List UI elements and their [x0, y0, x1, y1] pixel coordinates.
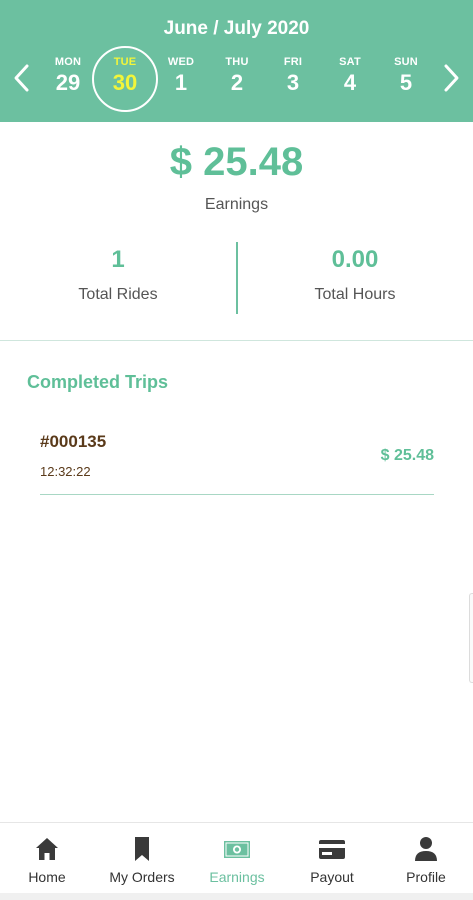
nav-my-orders[interactable]: My Orders — [95, 823, 189, 895]
total-hours-stat: 0.00 Total Hours — [237, 238, 473, 304]
bottom-navigation: Home My Orders Earnings Payout Profile — [0, 822, 473, 900]
nav-earnings-label: Earnings — [209, 869, 265, 885]
section-divider — [0, 340, 473, 341]
money-icon — [224, 841, 250, 858]
total-rides-label: Total Rides — [78, 286, 158, 303]
trip-id: #000135 — [40, 432, 107, 451]
total-hours-label: Total Hours — [314, 286, 396, 303]
nav-my-orders-label: My Orders — [109, 869, 175, 885]
day-thu[interactable]: THU 2 — [209, 44, 265, 114]
total-rides-value: 1 — [111, 246, 125, 273]
edge-panel-handle[interactable] — [469, 593, 473, 683]
day-number: 29 — [55, 70, 81, 95]
day-name: THU — [225, 56, 249, 68]
home-icon — [36, 838, 58, 860]
day-sat[interactable]: SAT 4 — [322, 44, 378, 114]
nav-profile[interactable]: Profile — [379, 823, 473, 895]
bookmark-icon — [135, 837, 149, 861]
chevron-right-icon — [444, 64, 459, 92]
next-week-button[interactable] — [437, 60, 467, 96]
trip-time: 12:32:22 — [40, 464, 91, 479]
day-name: TUE — [113, 56, 137, 68]
day-number: 2 — [230, 70, 244, 95]
person-icon — [415, 837, 437, 861]
day-mon[interactable]: MON 29 — [40, 44, 96, 114]
earnings-amount: $ 25.48 — [169, 140, 304, 184]
previous-week-button[interactable] — [6, 60, 36, 96]
month-title: June / July 2020 — [163, 18, 310, 39]
day-wed[interactable]: WED 1 — [153, 44, 209, 114]
trip-amount: $ 25.48 — [380, 447, 434, 464]
stats-divider — [236, 242, 238, 314]
week-day-selector: MON 29 TUE 30 WED 1 THU 2 FRI 3 SAT 4 SU… — [40, 44, 435, 114]
earnings-label: Earnings — [204, 196, 269, 213]
date-header: June / July 2020 MON 29 TUE 30 WED 1 THU… — [0, 0, 473, 122]
day-name: FRI — [283, 56, 303, 68]
day-number: 1 — [174, 70, 188, 95]
nav-home-label: Home — [28, 869, 66, 885]
day-number: 30 — [112, 70, 138, 95]
nav-profile-label: Profile — [406, 869, 446, 885]
nav-payout[interactable]: Payout — [285, 823, 379, 895]
day-name: MON — [54, 56, 82, 68]
day-name: SAT — [339, 56, 361, 68]
total-rides-stat: 1 Total Rides — [0, 238, 236, 304]
day-number: 5 — [399, 70, 413, 95]
trip-row[interactable]: #000135 12:32:22 $ 25.48 — [40, 422, 434, 495]
day-sun[interactable]: SUN 5 — [378, 44, 434, 114]
total-hours-value: 0.00 — [331, 246, 379, 273]
credit-card-icon — [319, 840, 345, 859]
completed-trips-title: Completed Trips — [27, 372, 169, 392]
nav-payout-label: Payout — [310, 869, 354, 885]
system-bar-strip — [0, 893, 473, 900]
day-tue-selected[interactable]: TUE 30 — [92, 44, 158, 114]
chevron-left-icon — [14, 64, 29, 92]
day-name: WED — [167, 56, 195, 68]
nav-home[interactable]: Home — [0, 823, 94, 895]
day-number: 4 — [343, 70, 357, 95]
day-number: 3 — [286, 70, 300, 95]
day-fri[interactable]: FRI 3 — [265, 44, 321, 114]
nav-earnings[interactable]: Earnings — [190, 823, 284, 895]
day-name: SUN — [394, 56, 418, 68]
